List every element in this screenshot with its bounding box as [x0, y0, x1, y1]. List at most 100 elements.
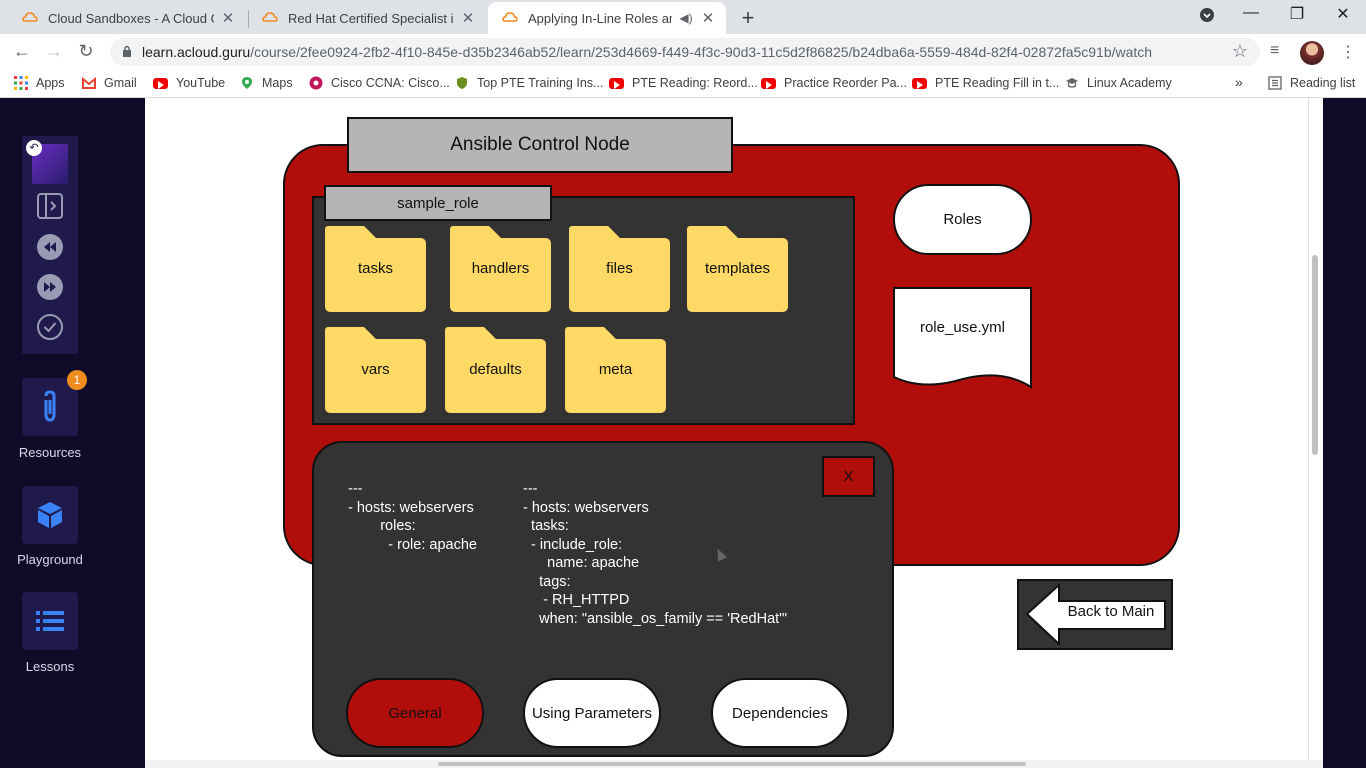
- bookmark-maps[interactable]: Maps: [240, 76, 293, 90]
- list-icon: [36, 611, 64, 631]
- gmail-icon: [82, 76, 96, 89]
- folder-label: meta: [598, 361, 633, 378]
- roles-pill[interactable]: Roles: [893, 184, 1032, 255]
- vertical-scroll-thumb[interactable]: [1312, 255, 1318, 455]
- reading-list-icon: [1268, 76, 1282, 90]
- bookmark-label: Practice Reorder Pa...: [784, 76, 907, 90]
- tab-cloud-sandboxes[interactable]: Cloud Sandboxes - A Cloud Guru ✕: [8, 2, 246, 34]
- new-tab-button[interactable]: +: [737, 5, 759, 31]
- bookmark-cisco[interactable]: Cisco CCNA: Cisco...: [309, 76, 450, 90]
- reading-list-button[interactable]: Reading list: [1268, 76, 1355, 90]
- folder-label: vars: [361, 361, 390, 378]
- rewind-icon[interactable]: [36, 233, 64, 261]
- bookmark-linux-academy[interactable]: Linux Academy: [1065, 76, 1172, 90]
- tab-title: Cloud Sandboxes - A Cloud Guru: [48, 10, 214, 26]
- tab-applying-inline-roles[interactable]: Applying In-Line Roles and R ◀) ✕: [488, 2, 726, 34]
- close-window-button[interactable]: ✕: [1333, 4, 1353, 24]
- lock-icon: [123, 45, 131, 57]
- control-node-header: Ansible Control Node: [347, 117, 733, 173]
- cube-icon: [38, 502, 62, 528]
- lessons-label: Lessons: [25, 659, 75, 674]
- folder-templates[interactable]: templates: [686, 224, 789, 313]
- tab-bar: Cloud Sandboxes - A Cloud Guru ✕ Red Hat…: [0, 0, 1366, 34]
- back-arrow-icon[interactable]: ↶: [26, 140, 42, 156]
- bookmark-apps[interactable]: Apps: [14, 76, 65, 90]
- expand-panel-icon[interactable]: [36, 192, 64, 220]
- bookmark-youtube[interactable]: YouTube: [153, 76, 225, 90]
- back-to-main-button[interactable]: Back to Main: [1017, 579, 1173, 650]
- menu-icon[interactable]: ⋮: [1340, 42, 1356, 62]
- bookmark-top-pte[interactable]: Top PTE Training Ins...: [455, 76, 603, 90]
- browser-toolbar: ← → ↻ learn.acloud.guru/course/2fee0924-…: [0, 34, 1366, 70]
- speaker-icon[interactable]: ◀): [678, 11, 694, 25]
- minimize-button[interactable]: —: [1241, 4, 1261, 22]
- forward-button[interactable]: →: [43, 41, 65, 62]
- folder-meta[interactable]: meta: [564, 325, 667, 414]
- bookmark-label: Linux Academy: [1087, 76, 1172, 90]
- paperclip-icon: [44, 390, 56, 422]
- folder-files[interactable]: files: [568, 224, 671, 313]
- tab-title: Red Hat Certified Specialist in An: [288, 10, 454, 26]
- shield-icon: [457, 77, 467, 89]
- close-code-button[interactable]: X: [822, 456, 875, 497]
- role-use-document[interactable]: role_use.yml: [893, 287, 1032, 393]
- url-path: /course/2fee0924-2fb2-4f10-845e-d35b2346…: [250, 44, 1153, 60]
- bookmark-gmail[interactable]: Gmail: [82, 76, 137, 90]
- using-parameters-button[interactable]: Using Parameters: [523, 678, 661, 748]
- general-button[interactable]: General: [346, 678, 484, 748]
- acloudguru-icon: [502, 12, 518, 22]
- player-sidebar: ↶ Resources Playground Lessons: [0, 98, 145, 768]
- tab-title: Applying In-Line Roles and R: [528, 10, 672, 26]
- bookmark-label: Maps: [262, 76, 293, 90]
- code-roles-example: --- - hosts: webservers roles: - role: a…: [348, 481, 477, 553]
- reload-button[interactable]: ↻: [75, 41, 97, 62]
- tab-close-icon[interactable]: ✕: [700, 9, 716, 27]
- horizontal-scroll-thumb[interactable]: [438, 762, 1026, 766]
- bookmarks-overflow[interactable]: »: [1235, 74, 1243, 90]
- bookmark-label: Top PTE Training Ins...: [477, 76, 604, 90]
- bookmark-label: YouTube: [176, 76, 226, 90]
- folder-label: defaults: [469, 361, 522, 378]
- document-shape-icon: [893, 287, 1032, 389]
- lessons-button[interactable]: [22, 592, 78, 650]
- bookmark-star-icon[interactable]: ☆: [1232, 41, 1248, 62]
- bookmark-label: Gmail: [104, 76, 137, 90]
- folder-tasks[interactable]: tasks: [324, 224, 427, 313]
- tab-red-hat-specialist[interactable]: Red Hat Certified Specialist in An ✕: [248, 2, 486, 34]
- bookmark-label: Apps: [36, 76, 65, 90]
- bookmarks-bar: Apps Gmail YouTube Maps Cisco CCNA: Cisc…: [0, 70, 1366, 98]
- dependencies-button[interactable]: Dependencies: [711, 678, 849, 748]
- bookmark-pte-fill[interactable]: PTE Reading Fill in t...: [912, 76, 1059, 90]
- reading-list-label: Reading list: [1290, 76, 1356, 90]
- tab-close-icon[interactable]: ✕: [220, 9, 236, 27]
- bookmark-pte-reorder[interactable]: PTE Reading: Reord...: [609, 76, 758, 90]
- back-button[interactable]: ←: [11, 41, 33, 62]
- role-use-filename: role_use.yml: [919, 319, 1006, 336]
- code-include-role-example: --- - hosts: webservers tasks: - include…: [523, 481, 788, 627]
- fast-forward-icon[interactable]: [36, 273, 64, 301]
- tab-close-icon[interactable]: ✕: [460, 9, 476, 27]
- playground-button[interactable]: [22, 486, 78, 544]
- course-thumbnail[interactable]: ↶: [26, 140, 68, 184]
- restore-button[interactable]: ❐: [1287, 4, 1307, 24]
- url-host: learn.acloud.guru: [142, 44, 251, 60]
- acloudguru-icon: [22, 12, 38, 22]
- cisco-icon: [309, 76, 323, 90]
- check-circle-icon[interactable]: [36, 313, 64, 341]
- folder-handlers[interactable]: handlers: [449, 224, 552, 313]
- folder-vars[interactable]: vars: [324, 325, 427, 414]
- sample-role-tab: sample_role: [324, 185, 552, 221]
- media-control-icon[interactable]: ≡: [1270, 42, 1279, 60]
- profile-avatar[interactable]: [1300, 41, 1324, 65]
- apps-grid-icon: [14, 76, 28, 90]
- bookmark-practice-reorder[interactable]: Practice Reorder Pa...: [761, 76, 907, 90]
- address-bar[interactable]: learn.acloud.guru/course/2fee0924-2fb2-4…: [110, 38, 1260, 66]
- folder-defaults[interactable]: defaults: [444, 325, 547, 414]
- folder-label: tasks: [357, 260, 393, 277]
- tab-search-icon[interactable]: [1197, 7, 1217, 28]
- bookmark-label: PTE Reading Fill in t...: [935, 76, 1060, 90]
- resources-count-badge: 1: [67, 370, 87, 390]
- video-slide[interactable]: Ansible Control Node sample_role tasks h…: [145, 98, 1317, 760]
- folder-label: files: [606, 260, 633, 277]
- right-margin: [1323, 98, 1366, 768]
